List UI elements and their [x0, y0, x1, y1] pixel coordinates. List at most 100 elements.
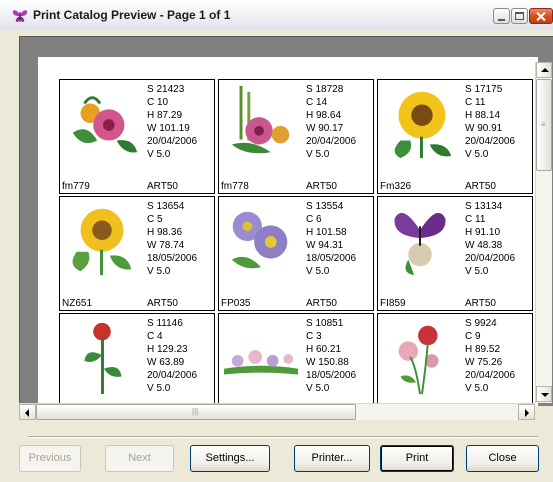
design-height: H 88.14	[465, 110, 501, 121]
design-version: V 5.0	[147, 383, 171, 394]
design-code: FI859	[380, 298, 406, 309]
design-version: V 5.0	[465, 383, 489, 394]
butterfly-icon	[12, 10, 28, 22]
stitch-count: S 18728	[306, 84, 344, 95]
purple-daisies-image	[231, 211, 288, 269]
design-date: 18/05/2006	[306, 370, 357, 381]
close-button[interactable]: Close	[466, 445, 539, 472]
design-date: 20/04/2006	[147, 136, 198, 147]
design-date: 18/05/2006	[306, 253, 357, 264]
design-info: S 9924 C 9 H 89.52 W 75.26 20/04/2006 V 5.0	[465, 317, 515, 395]
catalog-grid: S 21423 C 10 H 87.29 W 101.19 20/04/2006 V 5.…	[59, 79, 538, 406]
design-info: S 17175 C 11 H 88.14 W 90.91 20/04/2006 V 5.0	[465, 83, 515, 161]
design-width: W 94.31	[306, 240, 344, 251]
design-date: 20/04/2006	[465, 136, 516, 147]
design-format: ART50	[147, 298, 178, 309]
scroll-down-button[interactable]	[536, 386, 552, 402]
design-date: 20/04/2006	[465, 253, 516, 264]
catalog-item: S 13554 C 6 H 101.58 W 94.31 18/05/2006 V 5.0…	[218, 196, 374, 311]
print-button[interactable]: Print	[380, 445, 454, 472]
next-button[interactable]: Next	[105, 445, 174, 472]
design-version: V 5.0	[147, 266, 171, 277]
settings-button[interactable]: Settings...	[190, 445, 270, 472]
close-window-button[interactable]	[529, 8, 553, 24]
design-info: S 13134 C 11 H 91.10 W 48.38 20/04/2006 V 5.0	[465, 200, 515, 278]
arrow-left-icon	[25, 409, 29, 417]
scroll-left-button[interactable]	[19, 404, 36, 420]
flowers-with-bamboo-image	[231, 85, 290, 154]
minimize-button[interactable]	[493, 8, 510, 24]
catalog-item: S 21423 C 10 H 87.29 W 101.19 20/04/2006 V 5.…	[59, 79, 215, 194]
previous-button[interactable]: Previous	[19, 445, 81, 472]
pink-flower-bouquet-image	[72, 96, 138, 153]
design-code: FP035	[221, 298, 251, 309]
design-format: ART50	[306, 298, 337, 309]
separator	[28, 436, 538, 438]
flower-border-image	[223, 350, 299, 375]
sunflower-image	[394, 91, 452, 159]
design-height: H 60.21	[306, 344, 342, 355]
vertical-scrollbar[interactable]: ≡	[535, 62, 552, 403]
design-format: ART50	[465, 298, 496, 309]
catalog-item: S 18728 C 14 H 98.64 W 90.17 20/04/2006 V 5.0…	[218, 79, 374, 194]
stitch-count: S 10851	[306, 318, 344, 329]
stitch-count: S 11146	[147, 318, 183, 329]
arrow-down-icon	[541, 393, 549, 397]
color-count: C 9	[465, 331, 481, 342]
design-height: H 89.52	[465, 344, 501, 355]
print-page: S 21423 C 10 H 87.29 W 101.19 20/04/2006 V 5.…	[38, 57, 538, 406]
color-count: C 4	[147, 331, 163, 342]
color-count: C 3	[306, 331, 322, 342]
butterfly-on-flower-image	[394, 212, 446, 276]
wildflower-spray-image	[398, 325, 439, 395]
design-height: H 87.29	[147, 110, 183, 121]
design-format: ART50	[465, 181, 496, 192]
design-version: V 5.0	[306, 266, 330, 277]
design-width: W 63.89	[147, 357, 185, 368]
design-date: 20/04/2006	[147, 370, 198, 381]
design-code: Fm326	[380, 181, 412, 192]
printer-button[interactable]: Printer...	[294, 445, 370, 472]
window-title: Print Catalog Preview - Page 1 of 1	[33, 8, 231, 22]
color-count: C 11	[465, 214, 486, 225]
design-info: S 10851 C 3 H 60.21 W 150.88 18/05/2006 V 5.0	[306, 317, 356, 395]
design-info: S 21423 C 10 H 87.29 W 101.19 20/04/2006 V 5.…	[147, 83, 197, 161]
design-date: 20/04/2006	[465, 370, 516, 381]
design-version: V 5.0	[306, 383, 330, 394]
design-info: S 13654 C 5 H 98.36 W 78.74 18/05/2006 V 5.0	[147, 200, 197, 278]
design-width: W 78.74	[147, 240, 185, 251]
design-info: S 13554 C 6 H 101.58 W 94.31 18/05/2006 V 5.0	[306, 200, 356, 278]
title-bar[interactable]: Print Catalog Preview - Page 1 of 1	[0, 0, 553, 30]
design-width: W 101.19	[147, 123, 190, 134]
design-version: V 5.0	[147, 149, 171, 160]
horizontal-scroll-thumb[interactable]: |||	[36, 404, 356, 420]
red-rose-image	[84, 322, 122, 395]
catalog-item: S 13134 C 11 H 91.10 W 48.38 20/04/2006 V 5.0…	[377, 196, 533, 311]
scroll-right-button[interactable]	[518, 404, 535, 420]
color-count: C 6	[306, 214, 322, 225]
design-height: H 101.58	[306, 227, 347, 238]
catalog-item: S 11146 C 4 H 129.23 W 63.89 20/04/2006 V 5.0	[59, 313, 215, 406]
design-info: S 18728 C 14 H 98.64 W 90.17 20/04/2006 V 5.0	[306, 83, 356, 161]
design-height: H 91.10	[465, 227, 501, 238]
design-version: V 5.0	[306, 149, 330, 160]
color-count: C 14	[306, 97, 328, 108]
color-count: C 11	[465, 97, 486, 108]
arrow-up-icon	[541, 68, 549, 72]
design-width: W 75.26	[465, 357, 503, 368]
sunflower-leaves-image	[72, 208, 132, 276]
catalog-item: S 13654 C 5 H 98.36 W 78.74 18/05/2006 V 5.0 N…	[59, 196, 215, 311]
design-info: S 11146 C 4 H 129.23 W 63.89 20/04/2006 V 5.0	[147, 317, 197, 395]
design-height: H 98.64	[306, 110, 342, 121]
design-code: fm779	[62, 181, 90, 192]
preview-area[interactable]: S 21423 C 10 H 87.29 W 101.19 20/04/2006 V 5.…	[19, 36, 553, 406]
horizontal-scrollbar[interactable]: |||	[19, 403, 535, 420]
scroll-up-button[interactable]	[536, 62, 552, 78]
design-width: W 150.88	[306, 357, 349, 368]
design-code: fm778	[221, 181, 249, 192]
maximize-button[interactable]	[511, 8, 528, 24]
catalog-item: S 9924 C 9 H 89.52 W 75.26 20/04/2006 V 5.0	[377, 313, 533, 406]
color-count: C 5	[147, 214, 163, 225]
vertical-scroll-thumb[interactable]: ≡	[536, 79, 552, 171]
stitch-count: S 9924	[465, 318, 497, 329]
